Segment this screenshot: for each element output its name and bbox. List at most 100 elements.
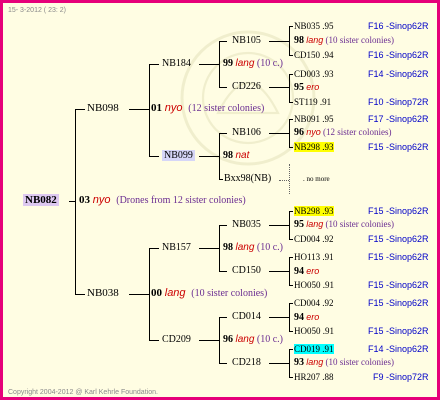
leaf-row[interactable]: HO050 .91 [294, 281, 334, 290]
grandparent-detail-cd209: 96 lang (10 c.) [223, 335, 283, 345]
gen-label: 98 [223, 242, 233, 253]
connector [279, 180, 289, 181]
leaf-location: F16 -Sinop62R [368, 50, 429, 60]
leaf-id: CD019 [294, 344, 321, 354]
connector [289, 119, 293, 120]
leaf-id: CD003 [294, 69, 321, 79]
connector [149, 248, 159, 249]
connector [289, 102, 293, 103]
race-label: lang [306, 35, 324, 45]
great-grandparent-nb106[interactable]: NB106 [232, 128, 261, 138]
grandparent-detail-nb099: 98 nat [223, 151, 249, 161]
great-grandparent-cd218[interactable]: CD218 [232, 358, 261, 368]
connector [199, 156, 219, 157]
connector [219, 133, 220, 180]
leaf-id: NB035 [294, 21, 321, 31]
leaf-year: .91 [319, 97, 332, 107]
note-label: (10 c.) [256, 334, 284, 345]
connector [289, 119, 290, 148]
leaf-year: .93 [322, 142, 334, 152]
parent-detail-nb038: 00 lang (10 sister colonies) [151, 288, 267, 299]
race-label: ero [306, 312, 320, 322]
note-label: (10 sister colonies) [325, 357, 394, 367]
leaf-id: HO050 [294, 326, 321, 336]
leaf-location: F14 -Sinop62R [368, 69, 429, 79]
note-label: (12 sister colonies) [323, 127, 392, 137]
leaf-id: ST119 [294, 97, 318, 107]
leaf-location: F15 -Sinop62R [368, 280, 429, 290]
leaf-row[interactable]: HO113 .91 [294, 253, 334, 262]
leaf-row[interactable]: NB035 .95 [294, 22, 334, 31]
connector [289, 377, 293, 378]
leaf-year: .91 [322, 344, 334, 354]
leaf-id: HO113 [294, 252, 321, 262]
connector [149, 340, 159, 341]
connector [199, 248, 219, 249]
connector [199, 64, 219, 65]
great-grandparent-nb105[interactable]: NB105 [232, 36, 261, 46]
leaf-location: F9 -Sinop72R [373, 372, 429, 382]
connector [289, 285, 293, 286]
leaf-row[interactable]: HO050 .91 [294, 327, 334, 336]
leaf-row[interactable]: CD150 .94 [294, 51, 334, 60]
leaf-year: .93 [322, 69, 334, 79]
leaf-location: F14 -Sinop62R [368, 344, 429, 354]
great-grandparent-cd150[interactable]: CD150 [232, 266, 261, 276]
leaf-year: .92 [322, 298, 334, 308]
connector [219, 363, 227, 364]
gen-label: 95 [294, 82, 304, 93]
leaf-row[interactable]: HR207 .88 [294, 373, 334, 382]
race-label: ero [306, 82, 320, 92]
race-label: nyo [306, 127, 321, 137]
connector [219, 317, 220, 364]
race-label: lang [164, 287, 186, 299]
parent-queen-nb038[interactable]: NB038 [87, 288, 119, 299]
grandparent-cd209[interactable]: CD209 [162, 335, 191, 345]
leaf-row[interactable]: ST119 .91 [294, 98, 331, 107]
connector [289, 303, 293, 304]
great-grandparent-cd226[interactable]: CD226 [232, 82, 261, 92]
leaf-row[interactable]: NB091 .95 [294, 115, 334, 124]
leaf-row-highlighted[interactable]: CD019 .91 [294, 344, 334, 354]
leaf-location: F15 -Sinop62R [368, 252, 429, 262]
leaf-row[interactable]: CD004 .92 [294, 235, 334, 244]
race-label: ero [306, 266, 320, 276]
grandparent-nb157[interactable]: NB157 [162, 243, 191, 253]
copyright-footer: Copyright 2004-2012 @ Karl Kehrle Founda… [8, 389, 158, 396]
gen-label: 94 [294, 312, 304, 323]
parent-queen-nb098[interactable]: NB098 [87, 103, 119, 114]
great-grandparent-nb035[interactable]: NB035 [232, 220, 261, 230]
leaf-location: F16 -Sinop62R [368, 21, 429, 31]
leaf-row[interactable]: CD003 .93 [294, 70, 334, 79]
connector [289, 74, 293, 75]
connector [269, 133, 289, 134]
connector [129, 109, 149, 110]
root-queen-id[interactable]: NB082 [23, 194, 59, 206]
root-detail: 03 nyo (Drones from 12 sister colonies) [79, 195, 246, 206]
connector [75, 294, 85, 295]
gen-label: 00 [151, 287, 162, 299]
connector [219, 179, 223, 180]
leaf-year: .94 [322, 50, 334, 60]
leaf-row-highlighted[interactable]: NB298 .93 [294, 142, 334, 152]
grandparent-nb099[interactable]: NB099 [162, 150, 195, 161]
connector [219, 41, 227, 42]
leaf-id: NB298 [294, 206, 321, 216]
grandparent-detail-nb157: 98 lang (10 c.) [223, 243, 283, 253]
gen-label: 93 [294, 357, 304, 368]
leaf-location: F10 -Sinop72R [368, 97, 429, 107]
connector [219, 271, 227, 272]
race-label: lang [306, 357, 324, 367]
great-grandparent-cd014[interactable]: CD014 [232, 312, 261, 322]
grandparent-nb184[interactable]: NB184 [162, 59, 191, 69]
detail-cd218: 93 lang (10 sister colonies) [294, 358, 394, 368]
leaf-row-highlighted[interactable]: NB298 .93 [294, 206, 334, 216]
leaf-id: NB091 [294, 114, 321, 124]
connector [289, 349, 290, 378]
leaf-year: .93 [322, 206, 334, 216]
gen-label: 96 [223, 334, 233, 345]
great-grandparent-bxx98[interactable]: Bxx98(NB) [224, 174, 271, 184]
connector [75, 109, 85, 110]
leaf-row[interactable]: CD004 .92 [294, 299, 334, 308]
connector [149, 64, 150, 157]
